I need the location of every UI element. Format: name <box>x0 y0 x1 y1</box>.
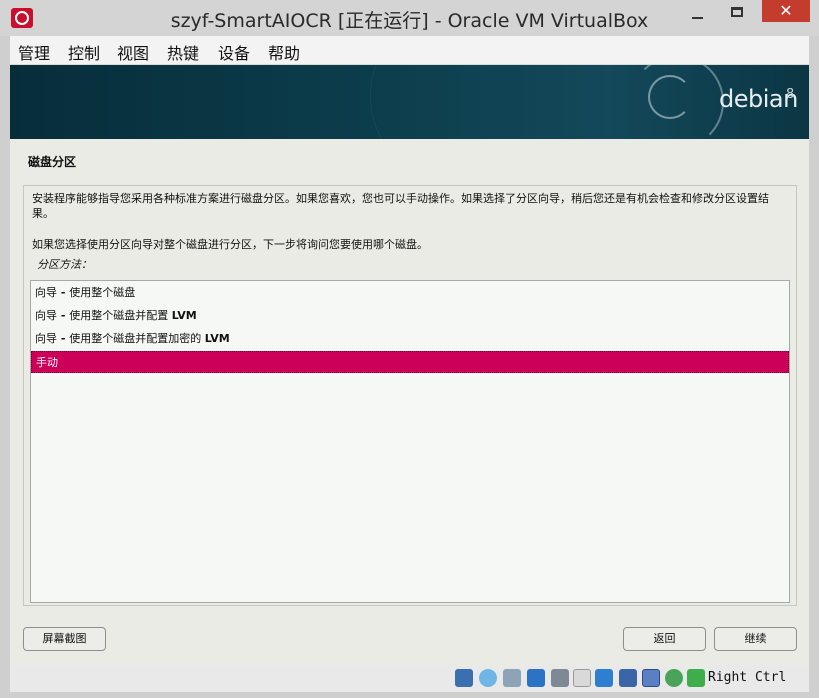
content-box: 安装程序能够指导您采用各种标准方案进行磁盘分区。如果您喜欢，您也可以手动操作。如… <box>23 185 797 606</box>
menu-machine[interactable]: 管理 <box>18 40 50 64</box>
hard-disk-icon[interactable] <box>455 669 473 687</box>
continue-button[interactable]: 继续 <box>714 627 797 651</box>
list-item[interactable]: 向导 - 使用整个磁盘并配置加密的 LVM <box>31 328 789 350</box>
debian-version: 8 <box>786 87 795 102</box>
back-button[interactable]: 返回 <box>623 627 706 651</box>
shared-folders-icon[interactable] <box>573 669 591 687</box>
capture-icon[interactable] <box>619 669 637 687</box>
usb-icon[interactable] <box>551 669 569 687</box>
list-item-selected[interactable]: 手动 <box>31 351 789 373</box>
display-icon[interactable] <box>595 669 613 687</box>
download-icon[interactable] <box>687 669 705 687</box>
minimize-button[interactable] <box>682 0 712 26</box>
menu-hotkeys[interactable]: 热键 <box>167 40 199 64</box>
partition-method-list[interactable]: 向导 - 使用整个磁盘 向导 - 使用整个磁盘并配置 LVM 向导 - 使用整个… <box>30 280 790 603</box>
maximize-button[interactable] <box>722 0 752 26</box>
menu-devices[interactable]: 设备 <box>218 40 250 64</box>
virtualization-icon[interactable] <box>642 669 660 687</box>
title-bar: szyf-SmartAIOCR [正在运行] - Oracle VM Virtu… <box>0 0 819 36</box>
audio-icon[interactable] <box>503 669 521 687</box>
page-title: 磁盘分区 <box>28 155 77 169</box>
screenshot-button[interactable]: 屏幕截图 <box>23 627 106 651</box>
installer-panel: 磁盘分区 安装程序能够指导您采用各种标准方案进行磁盘分区。如果您喜欢，您也可以手… <box>10 139 809 666</box>
list-item[interactable]: 向导 - 使用整个磁盘并配置 LVM <box>31 305 789 327</box>
status-bar: Right Ctrl <box>10 666 809 692</box>
virtualbox-window: szyf-SmartAIOCR [正在运行] - Oracle VM Virtu… <box>0 0 819 698</box>
menu-help[interactable]: 帮助 <box>268 40 300 64</box>
debian-swirl-inner-icon <box>648 75 692 119</box>
menu-bar: 管理 控制 视图 热键 设备 帮助 <box>10 36 809 65</box>
network-icon[interactable] <box>527 669 545 687</box>
description-text: 安装程序能够指导您采用各种标准方案进行磁盘分区。如果您喜欢，您也可以手动操作。如… <box>32 192 769 220</box>
menu-control[interactable]: 控制 <box>68 40 100 64</box>
description-text-2: 如果您选择使用分区向导对整个磁盘进行分区，下一步将询问您要使用哪个磁盘。 <box>32 238 428 251</box>
list-item[interactable]: 向导 - 使用整个磁盘 <box>31 282 789 304</box>
optical-disk-icon[interactable] <box>479 669 497 687</box>
menu-view[interactable]: 视图 <box>117 40 149 64</box>
partition-method-label: 分区方法： <box>37 258 92 271</box>
mouse-integration-icon[interactable] <box>665 669 683 687</box>
debian-banner: debian 8 <box>10 65 809 139</box>
host-key-label: Right Ctrl <box>708 670 787 685</box>
close-button[interactable]: ✕ <box>762 0 810 22</box>
